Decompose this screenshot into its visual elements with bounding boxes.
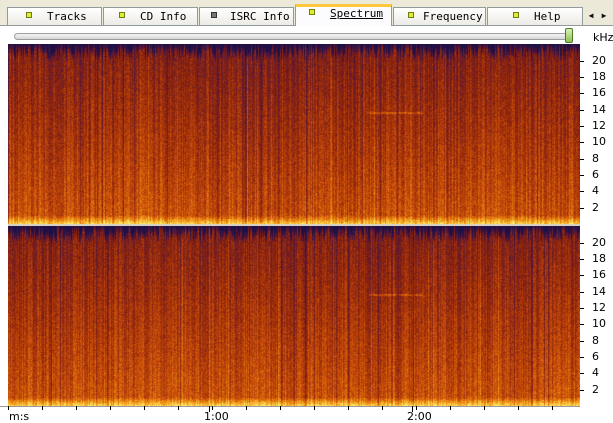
status-led-icon xyxy=(26,12,32,18)
frequency-tick xyxy=(580,373,584,374)
frequency-tick xyxy=(580,126,584,127)
time-axis-ticks xyxy=(0,406,580,412)
frequency-tick xyxy=(580,308,584,309)
frequency-tick-label: 2 xyxy=(592,383,599,396)
frequency-tick xyxy=(580,259,584,260)
time-tick xyxy=(144,406,145,410)
time-tick xyxy=(348,406,349,410)
spectrogram-channel-right xyxy=(8,226,580,406)
frequency-tick xyxy=(580,191,584,192)
frequency-tick-label: 12 xyxy=(592,301,606,314)
tab-isrc-info[interactable]: ISRC Info xyxy=(199,7,294,25)
frequency-tick-label: 4 xyxy=(592,366,599,379)
frequency-tick-label: 2 xyxy=(592,201,599,214)
tab-label: Frequency xyxy=(423,10,483,23)
status-led-icon xyxy=(309,9,315,15)
frequency-tick-label: 8 xyxy=(592,334,599,347)
frequency-tick-label: 16 xyxy=(592,86,606,99)
tab-tracks[interactable]: Tracks xyxy=(7,7,102,25)
frequency-axis-bottom: 20 18 16 14 12 10 8 6 4 2 xyxy=(580,226,613,406)
status-led-icon xyxy=(211,12,217,18)
frequency-tick xyxy=(580,159,584,160)
frequency-tick xyxy=(580,93,584,94)
frequency-tick-label: 16 xyxy=(592,268,606,281)
frequency-tick-label: 18 xyxy=(592,252,606,265)
time-tick xyxy=(42,406,43,410)
tab-cd-info[interactable]: CD Info xyxy=(103,7,198,25)
tab-label: Tracks xyxy=(47,10,87,23)
frequency-tick-label: 20 xyxy=(592,54,606,67)
time-tick xyxy=(314,406,315,410)
spectrogram-channel-left xyxy=(8,44,580,224)
frequency-tick-label: 12 xyxy=(592,119,606,132)
time-tick xyxy=(178,406,179,410)
time-tick xyxy=(484,406,485,410)
frequency-tick-label: 6 xyxy=(592,168,599,181)
time-unit-label: m:s xyxy=(9,410,30,423)
time-tick xyxy=(246,406,247,410)
tab-label: ISRC Info xyxy=(230,10,290,23)
tab-frequency[interactable]: Frequency xyxy=(393,7,486,25)
time-label: 1:00 xyxy=(204,410,229,423)
frequency-tick-label: 10 xyxy=(592,317,606,330)
frequency-tick xyxy=(580,110,584,111)
frequency-tick-label: 18 xyxy=(592,70,606,83)
frequency-tick-label: 10 xyxy=(592,135,606,148)
frequency-tick-label: 20 xyxy=(592,236,606,249)
frequency-tick-label: 8 xyxy=(592,152,599,165)
time-tick xyxy=(552,406,553,410)
frequency-tick xyxy=(580,175,584,176)
tab-label: Spectrum xyxy=(330,7,383,20)
arrow-right-icon[interactable]: ▶ xyxy=(598,9,610,22)
tab-spectrum[interactable]: Spectrum xyxy=(295,4,392,26)
frequency-tick xyxy=(580,275,584,276)
status-led-icon xyxy=(119,12,125,18)
status-led-icon xyxy=(513,12,519,18)
frequency-tick xyxy=(580,61,584,62)
frequency-tick xyxy=(580,390,584,391)
time-label: 2:00 xyxy=(407,410,432,423)
time-tick xyxy=(382,406,383,410)
frequency-tick xyxy=(580,324,584,325)
time-tick xyxy=(518,406,519,410)
frequency-tick xyxy=(580,292,584,293)
frequency-tick-label: 14 xyxy=(592,103,606,116)
frequency-tick-label: 14 xyxy=(592,285,606,298)
frequency-tick-label: 6 xyxy=(592,350,599,363)
tab-scroll-buttons: ◀ ▶ xyxy=(585,9,611,22)
tab-label: Help xyxy=(534,10,561,23)
arrow-left-icon[interactable]: ◀ xyxy=(585,9,597,22)
frequency-tick-label: 4 xyxy=(592,184,599,197)
time-tick xyxy=(280,406,281,410)
frequency-tick xyxy=(580,243,584,244)
frequency-tick xyxy=(580,77,584,78)
tab-label: CD Info xyxy=(140,10,187,23)
frequency-unit-label: kHz xyxy=(593,31,613,44)
frequency-tick xyxy=(580,357,584,358)
tab-bar: Tracks CD Info ISRC Info Spectrum Freque… xyxy=(0,0,613,26)
frequency-axis-top: 20 18 16 14 12 10 8 6 4 2 xyxy=(580,44,613,224)
frequency-tick xyxy=(580,208,584,209)
zoom-slider-thumb[interactable] xyxy=(565,28,573,43)
time-tick xyxy=(76,406,77,410)
tab-help[interactable]: Help xyxy=(487,7,583,25)
time-tick xyxy=(450,406,451,410)
frequency-tick xyxy=(580,341,584,342)
zoom-slider-track[interactable] xyxy=(14,33,572,40)
time-tick xyxy=(110,406,111,410)
frequency-tick xyxy=(580,142,584,143)
status-led-icon xyxy=(408,12,414,18)
